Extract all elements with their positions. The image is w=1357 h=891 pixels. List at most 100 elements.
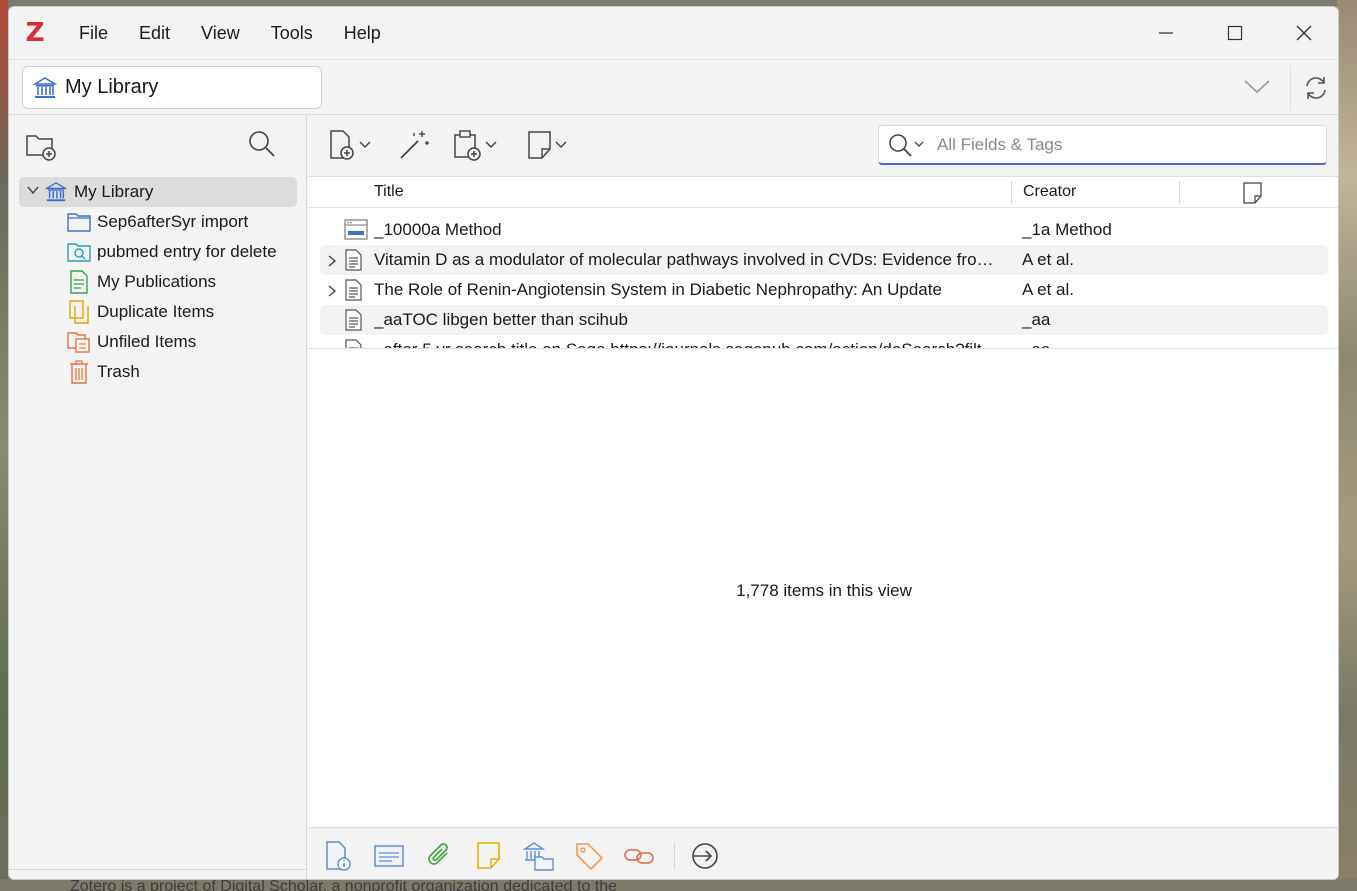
new-attachment-button[interactable]	[452, 129, 498, 161]
collection-duplicate-items[interactable]: Duplicate Items	[9, 297, 307, 327]
items-pane: All Fields & Tags Title Creator _10000a …	[308, 115, 1338, 879]
duplicate-icon	[67, 300, 91, 324]
collection-sep6aftersyr-import[interactable]: Sep6afterSyr import	[9, 207, 307, 237]
tags-section-button[interactable]	[572, 840, 606, 872]
new-item-button[interactable]	[328, 129, 372, 161]
close-icon	[1296, 25, 1311, 41]
minimize-icon	[1158, 32, 1173, 34]
notes-section-button[interactable]	[472, 840, 506, 872]
filter-collections-button[interactable]	[247, 129, 277, 164]
collection-label: Trash	[97, 362, 140, 381]
item-creator: _1a Method	[1022, 220, 1112, 239]
close-button[interactable]	[1269, 7, 1338, 59]
collection-pubmed-entry-for-delete[interactable]: pubmed entry for delete	[9, 237, 307, 267]
collection-label: pubmed entry for delete	[97, 242, 277, 261]
locate-icon	[692, 843, 718, 869]
chevron-right-icon[interactable]	[326, 283, 338, 303]
item-title: _aaTOC libgen better than scihub	[374, 310, 628, 329]
webpage-icon	[344, 219, 368, 246]
collections-pane: My Library Sep6afterSyr import pubmed en…	[9, 115, 307, 879]
sync-icon	[1305, 77, 1326, 99]
search-icon	[889, 133, 912, 157]
new-attachment-icon	[454, 130, 481, 161]
item-pane-sidenav	[308, 827, 1338, 879]
magic-wand-icon	[400, 131, 429, 159]
add-by-identifier-button[interactable]	[398, 129, 430, 161]
collection-trash[interactable]: Trash	[9, 357, 307, 387]
collection-my-publications[interactable]: My Publications	[9, 267, 307, 297]
collection-label: Unfiled Items	[97, 332, 197, 351]
column-separator[interactable]	[1011, 181, 1012, 203]
collection-label: My Library	[74, 182, 154, 201]
libraries-collections-icon	[523, 842, 554, 871]
menu-tools[interactable]: Tools	[271, 23, 313, 44]
chevron-down-icon	[555, 141, 567, 148]
desktop-background-right	[1337, 0, 1357, 891]
locate-button[interactable]	[688, 840, 722, 872]
menu-bar: Z File Edit View Tools Help	[9, 7, 1338, 59]
item-count-message: 1,778 items in this view	[736, 581, 912, 600]
document-icon	[344, 249, 364, 276]
table-row[interactable]: _aaTOC libgen better than scihub _aa	[320, 305, 1328, 335]
zotero-window: Z File Edit View Tools Help My Library M…	[8, 6, 1339, 880]
abstract-section-button[interactable]	[372, 840, 406, 872]
library-icon	[33, 76, 57, 98]
column-separator[interactable]	[1179, 181, 1180, 203]
menu-file[interactable]: File	[79, 23, 108, 44]
menu-help[interactable]: Help	[344, 23, 381, 44]
search-placeholder: All Fields & Tags	[937, 134, 1063, 154]
document-icon	[344, 279, 364, 306]
item-creator: A et al.	[1022, 250, 1074, 269]
column-creator[interactable]: Creator	[1023, 183, 1076, 201]
minimize-button[interactable]	[1131, 7, 1200, 59]
items-list: _10000a Method _1a Method Vitamin D as a…	[308, 209, 1338, 349]
items-toolbar: All Fields & Tags	[308, 115, 1338, 177]
items-column-header: Title Creator	[308, 177, 1338, 210]
search-icon	[249, 131, 275, 157]
menu-edit[interactable]: Edit	[139, 23, 170, 44]
collection-tree: My Library Sep6afterSyr import pubmed en…	[9, 177, 307, 387]
column-title[interactable]: Title	[374, 183, 404, 201]
new-item-icon	[330, 130, 354, 160]
tab-my-library[interactable]: My Library	[22, 66, 322, 109]
info-icon	[326, 841, 351, 871]
folder-icon	[67, 210, 91, 234]
window-controls	[1131, 7, 1338, 59]
zotero-logo: Z	[25, 18, 45, 48]
tabs-menu-button[interactable]	[1243, 76, 1271, 101]
library-icon	[44, 180, 68, 204]
item-creator: _aa	[1022, 340, 1050, 348]
related-section-button[interactable]	[622, 840, 656, 872]
search-input[interactable]: All Fields & Tags	[878, 125, 1327, 165]
tab-bar: My Library	[9, 59, 1338, 115]
chevron-right-icon[interactable]	[326, 253, 338, 273]
saved-search-icon	[67, 240, 91, 264]
link-icon	[624, 849, 654, 864]
table-row[interactable]: _10000a Method _1a Method	[320, 215, 1328, 245]
search-mode-chevron-icon[interactable]	[913, 140, 925, 150]
table-row[interactable]: _after 5 yr search title on Sage https:/…	[320, 335, 1328, 348]
chevron-down-icon[interactable]	[26, 182, 40, 202]
item-title: The Role of Renin-Angiotensin System in …	[374, 280, 942, 299]
collection-my-library[interactable]: My Library	[19, 177, 297, 207]
collections-pane-footer	[9, 869, 307, 879]
menu-view[interactable]: View	[201, 23, 240, 44]
collection-label: Duplicate Items	[97, 302, 215, 321]
item-title: Vitamin D as a modulator of molecular pa…	[374, 250, 1004, 269]
table-row[interactable]: The Role of Renin-Angiotensin System in …	[320, 275, 1328, 305]
unfiled-icon	[67, 330, 91, 354]
collection-unfiled-items[interactable]: Unfiled Items	[9, 327, 307, 357]
sync-button[interactable]	[1290, 66, 1338, 110]
chevron-down-icon	[485, 141, 497, 148]
info-section-button[interactable]	[322, 840, 356, 872]
column-notes[interactable]	[1242, 181, 1264, 210]
table-row[interactable]: Vitamin D as a modulator of molecular pa…	[320, 245, 1328, 275]
publications-icon	[67, 270, 91, 294]
attachments-section-button[interactable]	[422, 840, 456, 872]
item-title: _10000a Method	[374, 220, 502, 239]
libraries-collections-section-button[interactable]	[522, 840, 556, 872]
new-collection-button[interactable]	[25, 131, 57, 166]
new-note-button[interactable]	[526, 129, 568, 161]
maximize-button[interactable]	[1200, 7, 1269, 59]
sidenav-separator	[674, 842, 675, 870]
